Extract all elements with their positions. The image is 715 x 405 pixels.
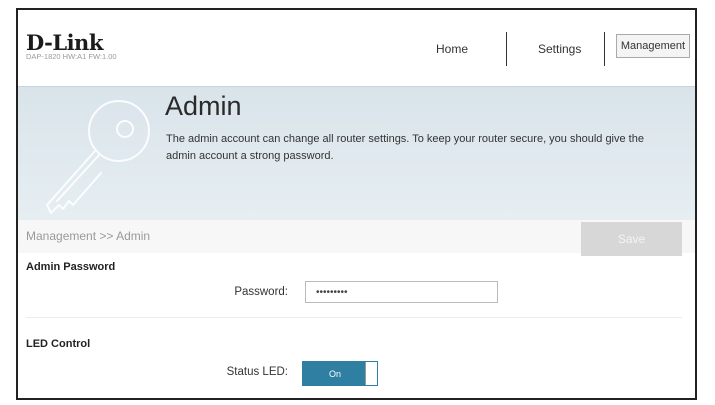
admin-password-heading: Admin Password <box>26 261 116 273</box>
status-led-toggle[interactable]: On <box>302 361 378 386</box>
nav-divider <box>604 32 605 66</box>
save-button[interactable]: Save <box>581 222 682 256</box>
page-description: The admin account can change all router … <box>166 133 644 162</box>
page-title: Admin <box>165 91 242 121</box>
breadcrumb: Management >> Admin <box>26 229 151 243</box>
nav-divider <box>506 32 507 66</box>
toggle-state-label: On <box>328 368 341 379</box>
section-divider <box>26 317 682 318</box>
top-header: D-Link DAP-1820 HW:A1 FW:1.00 Home Setti… <box>18 10 695 86</box>
nav-home-link[interactable]: Home <box>436 42 468 56</box>
password-label: Password: <box>234 286 288 298</box>
model-info: DAP-1820 HW:A1 FW:1.00 <box>26 52 117 61</box>
nav-settings-link[interactable]: Settings <box>538 42 581 56</box>
password-field[interactable]: ••••••••• <box>305 281 498 303</box>
page-banner: Admin The admin account can change all r… <box>18 86 695 221</box>
router-admin-window: D-Link DAP-1820 HW:A1 FW:1.00 Home Setti… <box>16 8 697 400</box>
nav-management-button[interactable]: Management <box>616 34 690 58</box>
key-icon <box>46 100 150 214</box>
toggle-knob[interactable] <box>365 362 377 385</box>
status-led-label: Status LED: <box>226 366 288 378</box>
led-control-heading: LED Control <box>26 338 91 350</box>
breadcrumb-bar: Management >> Admin Save <box>18 220 695 256</box>
